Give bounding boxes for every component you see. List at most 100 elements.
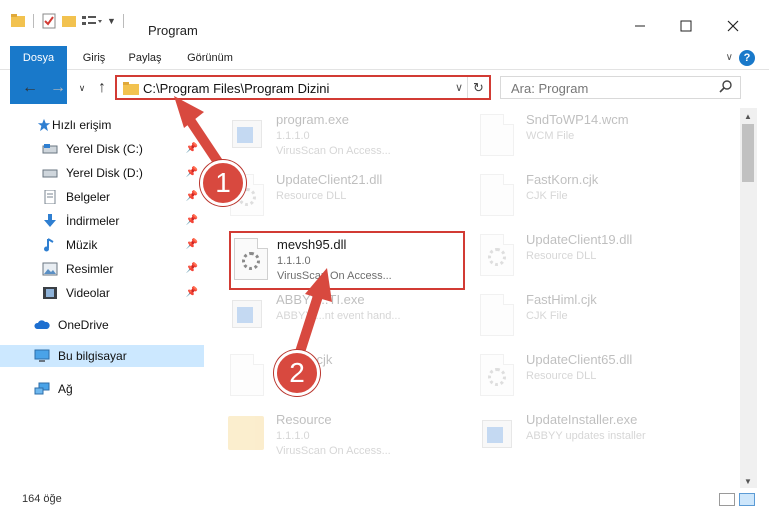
nav-local-disk-c[interactable]: Yerel Disk (C:) 📌 bbox=[0, 138, 204, 160]
nav-pictures[interactable]: Resimler 📌 bbox=[0, 258, 204, 280]
search-icon[interactable] bbox=[718, 79, 734, 95]
file-item[interactable]: UpdateInstaller.exe ABBYY updates instal… bbox=[462, 408, 702, 462]
navigation-pane: Hızlı erişim Yerel Disk (C:) 📌 Yerel Dis… bbox=[0, 108, 204, 462]
up-button[interactable]: ↑ bbox=[92, 78, 112, 98]
scroll-up-icon[interactable]: ▲ bbox=[744, 112, 752, 121]
scroll-thumb[interactable] bbox=[742, 124, 754, 182]
nav-label: Müzik bbox=[66, 238, 98, 252]
expand-ribbon-icon[interactable]: ∨ bbox=[726, 52, 733, 63]
file-version: 1.1.1.0 bbox=[277, 255, 311, 267]
file-name: program.exe bbox=[276, 112, 349, 127]
tab-home[interactable]: Giriş bbox=[74, 46, 114, 70]
pictures-icon bbox=[42, 262, 58, 276]
pin-icon[interactable]: 📌 bbox=[186, 287, 198, 298]
nav-local-disk-d[interactable]: Yerel Disk (D:) 📌 bbox=[0, 162, 204, 184]
properties-icon[interactable] bbox=[41, 13, 57, 29]
search-input[interactable]: Ara: Program bbox=[500, 76, 741, 99]
refresh-button[interactable]: ↻ bbox=[467, 77, 489, 98]
nav-label: Videolar bbox=[66, 286, 110, 300]
folder-icon bbox=[228, 416, 264, 450]
file-name: SndToWP14.wcm bbox=[526, 112, 629, 127]
close-button[interactable] bbox=[710, 12, 756, 40]
recent-locations-button[interactable]: ∨ bbox=[72, 78, 92, 98]
file-type: CJK File bbox=[526, 190, 568, 202]
file-item[interactable]: program.exe 1.1.1.0 VirusScan On Access.… bbox=[212, 108, 452, 166]
file-description: VirusScan On Access... bbox=[276, 445, 391, 457]
file-name: UpdateClient19.dll bbox=[526, 232, 633, 247]
file-item[interactable]: mevsh95.dll 1.1.1.0 VirusScan On Access.… bbox=[229, 231, 469, 289]
file-type: CJK File bbox=[526, 310, 568, 322]
nav-downloads[interactable]: İndirmeler 📌 bbox=[0, 210, 204, 232]
forward-arrow-icon: → bbox=[50, 79, 66, 96]
nav-documents[interactable]: Belgeler 📌 bbox=[0, 186, 204, 208]
nav-network[interactable]: Ağ bbox=[0, 378, 204, 400]
customize-icon[interactable] bbox=[81, 13, 103, 29]
music-icon bbox=[44, 238, 54, 252]
pin-icon[interactable]: 📌 bbox=[186, 239, 198, 250]
details-view-icon[interactable] bbox=[719, 493, 735, 506]
gear-icon bbox=[488, 368, 506, 386]
folder-icon[interactable] bbox=[10, 13, 26, 29]
vertical-scrollbar[interactable]: ▲ ▼ bbox=[740, 108, 757, 488]
nav-quick-access[interactable]: Hızlı erişim bbox=[0, 114, 204, 136]
file-icon bbox=[480, 174, 514, 216]
back-arrow-icon: ← bbox=[22, 79, 38, 96]
network-icon bbox=[34, 382, 50, 395]
tab-share[interactable]: Paylaş bbox=[120, 46, 170, 70]
step-badge-2: 2 bbox=[274, 350, 320, 396]
chevron-down-icon: ∨ bbox=[78, 83, 86, 93]
status-bar: 164 öğe bbox=[0, 488, 769, 519]
nav-label: Bu bilgisayar bbox=[58, 349, 127, 363]
file-item[interactable]: ABBYY...TI.exe ABBYY ...nt event hand... bbox=[212, 288, 452, 346]
nav-onedrive[interactable]: OneDrive bbox=[0, 314, 204, 336]
file-version: 1.1.1.0 bbox=[276, 430, 310, 442]
nav-label: Hızlı erişim bbox=[52, 118, 112, 132]
file-item[interactable]: FastKorn.cjk CJK File bbox=[462, 168, 702, 226]
title-bar: ▼ Program bbox=[0, 0, 769, 40]
exe-icon bbox=[232, 300, 262, 328]
tab-view[interactable]: Görünüm bbox=[180, 46, 240, 70]
address-bar[interactable]: C:\Program Files\Program Dizini ∨ ↻ bbox=[115, 75, 491, 100]
pin-icon[interactable]: 📌 bbox=[186, 215, 198, 226]
gear-icon bbox=[488, 248, 506, 266]
nav-label: Belgeler bbox=[66, 190, 111, 204]
file-item[interactable]: UpdateClient21.dll Resource DLL bbox=[212, 168, 452, 226]
search-placeholder: Ara: Program bbox=[511, 81, 589, 96]
address-path[interactable]: C:\Program Files\Program Dizini bbox=[143, 81, 329, 96]
minimize-button[interactable] bbox=[617, 12, 663, 40]
file-type: WCM File bbox=[526, 130, 575, 142]
quick-access-toolbar: ▼ bbox=[10, 12, 127, 30]
file-item[interactable]: UpdateClient19.dll Resource DLL bbox=[462, 228, 702, 286]
tiles-view-icon[interactable] bbox=[739, 493, 755, 506]
scroll-down-icon[interactable]: ▼ bbox=[744, 477, 752, 486]
star-icon bbox=[37, 118, 51, 132]
back-button[interactable]: ← bbox=[20, 78, 40, 98]
pin-icon[interactable]: 📌 bbox=[186, 143, 198, 154]
new-folder-icon[interactable] bbox=[61, 13, 77, 29]
qat-dropdown-icon[interactable]: ▼ bbox=[107, 16, 116, 26]
address-dropdown-icon[interactable]: ∨ bbox=[455, 81, 463, 94]
file-item[interactable]: Resource 1.1.1.0 VirusScan On Access... bbox=[212, 408, 452, 462]
pin-icon[interactable]: 📌 bbox=[186, 167, 198, 178]
file-name: UpdateClient65.dll bbox=[526, 352, 633, 367]
file-item[interactable]: SndToWP14.wcm WCM File bbox=[462, 108, 702, 166]
drive-icon bbox=[42, 169, 58, 178]
file-type: Resource DLL bbox=[526, 370, 597, 382]
file-icon bbox=[480, 294, 514, 336]
maximize-icon bbox=[680, 20, 692, 32]
pin-icon[interactable]: 📌 bbox=[186, 191, 198, 202]
nav-videos[interactable]: Videolar 📌 bbox=[0, 282, 204, 304]
file-item[interactable]: UpdateClient65.dll Resource DLL bbox=[462, 348, 702, 406]
view-switcher bbox=[719, 493, 755, 506]
nav-this-pc[interactable]: Bu bilgisayar bbox=[0, 345, 204, 367]
help-icon[interactable]: ? bbox=[739, 50, 755, 66]
file-item[interactable]: FastHiml.cjk CJK File bbox=[462, 288, 702, 346]
nav-music[interactable]: Müzik 📌 bbox=[0, 234, 204, 256]
minimize-icon bbox=[635, 25, 645, 27]
forward-button[interactable]: → bbox=[48, 78, 68, 98]
maximize-button[interactable] bbox=[663, 12, 709, 40]
highlighted-file-item[interactable]: mevsh95.dll 1.1.1.0 VirusScan On Access.… bbox=[229, 231, 465, 290]
file-item[interactable]: ...Font.cjk bbox=[212, 348, 452, 406]
computer-icon bbox=[34, 349, 50, 362]
pin-icon[interactable]: 📌 bbox=[186, 263, 198, 274]
